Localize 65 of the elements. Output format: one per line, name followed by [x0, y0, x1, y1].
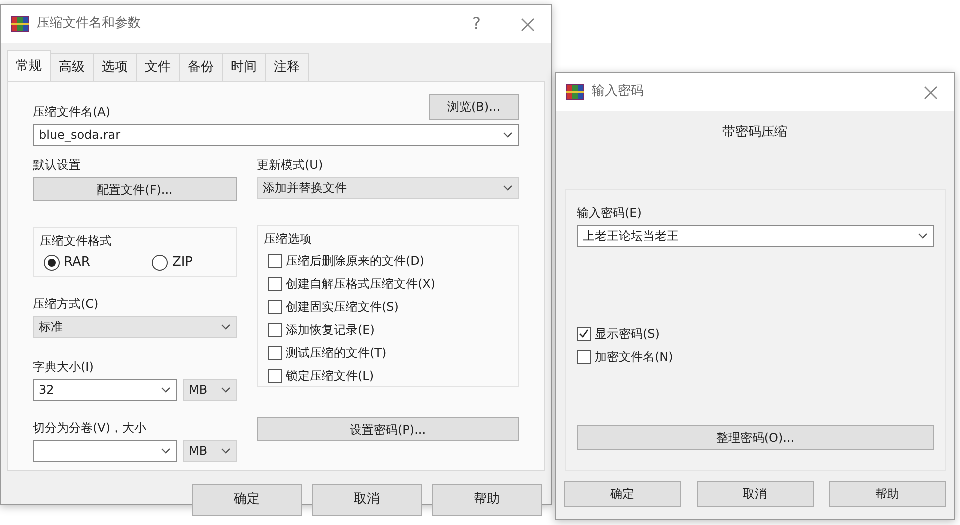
dropdown-field[interactable]: 上老王论坛当老王 — [577, 224, 934, 246]
close-icon — [924, 86, 938, 100]
checkbox[interactable] — [268, 323, 282, 337]
dropdown-field[interactable]: 32 — [33, 378, 177, 400]
checkbox-label: 创建自解压格式压缩文件(X) — [286, 276, 436, 293]
dropdown-field[interactable]: 添加并替换文件 — [257, 176, 519, 198]
radio-button[interactable] — [152, 255, 168, 271]
caret-icon — [221, 448, 231, 454]
tab[interactable]: 常规 — [7, 50, 51, 80]
caret-icon — [503, 132, 513, 138]
profile-button[interactable]: 配置文件(F)... — [33, 176, 237, 200]
group-label: 压缩选项 — [264, 230, 312, 248]
dialog-button[interactable]: 确定 — [192, 484, 302, 516]
group-label: 压缩文件格式 — [40, 232, 112, 250]
checkbox-label: 锁定压缩文件(L) — [286, 368, 374, 385]
dialog-button[interactable]: 确定 — [564, 480, 681, 506]
close-icon — [521, 18, 535, 32]
checkbox-label: 加密文件名(N) — [595, 349, 674, 366]
radio-label: ZIP — [172, 254, 194, 272]
checkbox[interactable] — [268, 277, 282, 291]
field-label: 更新模式(U) — [257, 156, 324, 174]
dialog-button[interactable]: 取消 — [696, 480, 814, 506]
dropdown-field[interactable]: MB — [183, 440, 237, 462]
dialog-heading: 带密码压缩 — [722, 125, 788, 140]
checkbox[interactable] — [268, 300, 282, 314]
tab[interactable]: 注释 — [265, 53, 309, 80]
dropdown-field[interactable] — [33, 440, 177, 462]
field-label: 压缩方式(C) — [33, 296, 100, 312]
checkbox[interactable] — [268, 369, 282, 383]
app-logo-icon — [11, 16, 29, 32]
radio-label: RAR — [64, 254, 90, 272]
checkbox[interactable] — [268, 254, 282, 268]
window-title: 输入密码 — [592, 83, 644, 102]
dialog-button[interactable]: 取消 — [312, 484, 422, 516]
caret-icon — [221, 324, 231, 330]
app-logo-icon — [566, 84, 584, 100]
window-title: 压缩文件名和参数 — [37, 15, 141, 34]
caret-icon — [161, 386, 171, 392]
dropdown-field[interactable]: blue_soda.rar — [33, 124, 519, 146]
help-button[interactable]: ? — [466, 12, 487, 36]
field-label: 字典大小(I) — [33, 358, 95, 376]
checkbox-label: 创建固实压缩文件(S) — [286, 299, 399, 316]
checkbox[interactable] — [577, 327, 591, 341]
checkbox-label: 添加恢复记录(E) — [286, 322, 375, 339]
checkbox-label: 压缩后删除原来的文件(D) — [286, 253, 425, 270]
dropdown-field[interactable]: 标准 — [33, 316, 237, 338]
field-label: 输入密码(E) — [577, 204, 643, 222]
field-label: 默认设置 — [33, 156, 82, 174]
radio-button[interactable] — [44, 255, 60, 271]
organize-passwords-button[interactable]: 整理密码(O)... — [577, 424, 934, 450]
dropdown-field[interactable]: MB — [183, 378, 237, 400]
caret-icon — [161, 448, 171, 454]
field-label: 压缩文件名(A) — [33, 104, 111, 120]
checkbox-label: 显示密码(S) — [595, 326, 660, 343]
checkbox[interactable] — [268, 346, 282, 360]
checkbox-label: 测试压缩的文件(T) — [286, 345, 387, 362]
set-password-button[interactable]: 设置密码(P)... — [257, 416, 519, 440]
browse-button[interactable]: 浏览(B)... — [429, 94, 519, 120]
dialog-button[interactable]: 帮助 — [829, 480, 946, 506]
caret-icon — [503, 184, 513, 190]
checkbox[interactable] — [577, 350, 591, 364]
caret-icon — [918, 232, 928, 238]
caret-icon — [221, 386, 231, 392]
field-label: 切分为分卷(V)，大小 — [33, 420, 148, 436]
dialog-button[interactable]: 帮助 — [432, 484, 542, 516]
